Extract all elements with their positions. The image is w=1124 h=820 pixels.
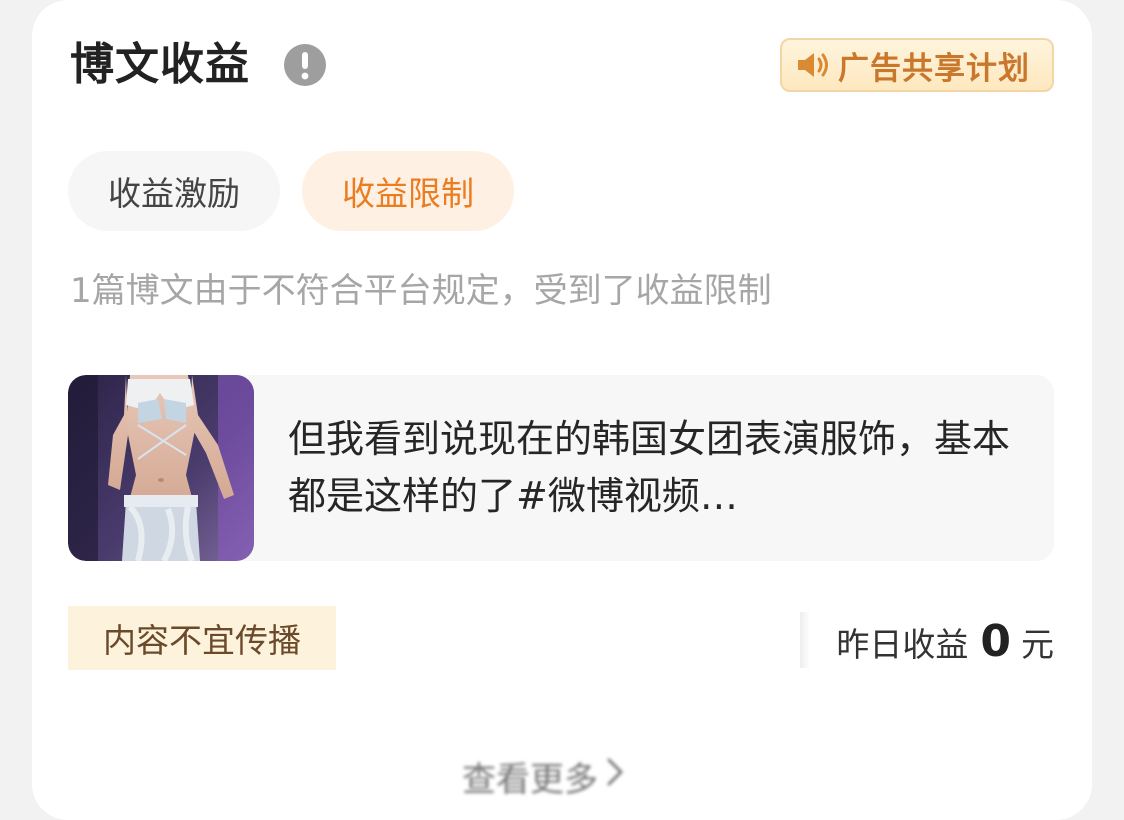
tab-earnings-restriction[interactable]: 收益限制 <box>302 151 514 231</box>
post-thumbnail <box>68 375 254 561</box>
page-title: 博文收益 <box>70 39 250 90</box>
speaker-icon <box>794 47 834 83</box>
ad-share-plan-button[interactable]: 广告共享计划 <box>780 38 1054 92</box>
divider <box>800 612 810 668</box>
restricted-post-card[interactable]: 但我看到说现在的韩国女团表演服饰，基本都是这样的了#微博视频… <box>68 375 1054 561</box>
yesterday-earnings-amount: 0 <box>980 616 1011 667</box>
restriction-notice: 1篇博文由于不符合平台规定，受到了收益限制 <box>70 271 772 311</box>
yesterday-earnings-label: 昨日收益 <box>836 625 969 664</box>
tab-earnings-incentive[interactable]: 收益激励 <box>68 151 280 231</box>
exclamation-circle-icon[interactable] <box>284 44 326 86</box>
restriction-reason-tag: 内容不宜传播 <box>68 606 336 670</box>
chevron-right-icon <box>604 756 626 797</box>
post-excerpt: 但我看到说现在的韩国女团表演服饰，基本都是这样的了#微博视频… <box>288 417 1011 518</box>
ad-badge-label: 广告共享计划 <box>838 50 1030 87</box>
currency-unit: 元 <box>1021 625 1054 664</box>
yesterday-earnings: 昨日收益 0 元 <box>836 616 1054 667</box>
view-more-label: 查看更多 <box>462 760 598 800</box>
view-more-link[interactable]: 查看更多 <box>462 752 626 801</box>
